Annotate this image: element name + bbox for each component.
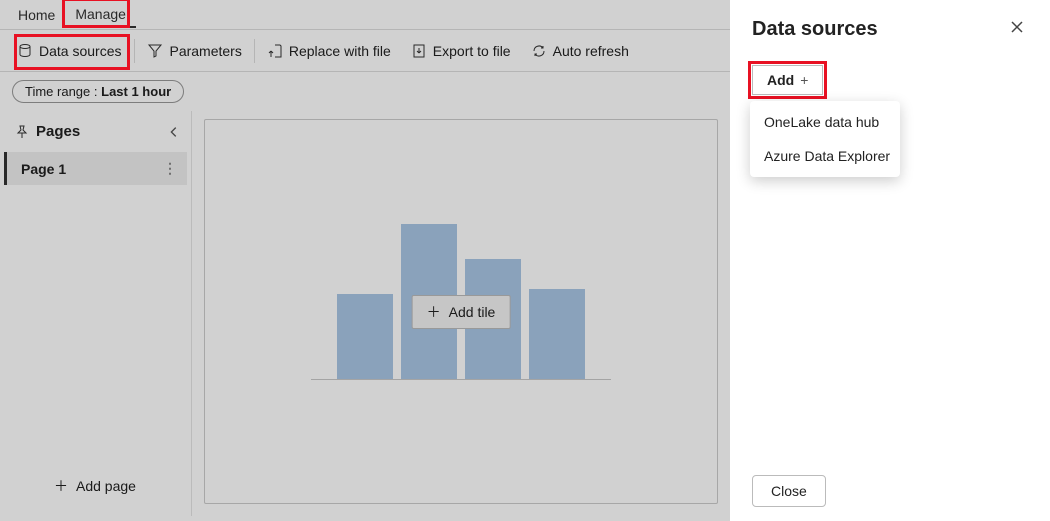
tab-home[interactable]: Home [8,3,65,27]
add-button[interactable]: Add + [752,65,823,95]
plus-icon: + [800,72,808,88]
page-item[interactable]: Page 1 ⋮ [4,152,187,185]
option-azure-data-explorer[interactable]: Azure Data Explorer [750,139,900,173]
chart-baseline [311,379,611,380]
timerange-value: Last 1 hour [101,84,171,99]
download-file-icon [411,43,427,59]
export-to-file-button[interactable]: Export to file [401,39,521,63]
data-sources-panel: Data sources Add + OneLake data hub Azur… [730,0,1050,521]
data-sources-button[interactable]: Data sources [6,38,132,64]
add-page-button[interactable]: ＋ Add page [0,462,191,510]
pages-sidebar: Pages Page 1 ⋮ ＋ Add page [0,111,192,516]
canvas-wrap: ＋ Add tile [192,111,730,516]
main-area: Home Manage Data sources Parameters Repl… [0,0,730,521]
timerange-row: Time range : Last 1 hour [0,72,730,111]
replace-with-file-button[interactable]: Replace with file [257,39,401,63]
close-icon[interactable] [1006,18,1028,36]
add-tile-button[interactable]: ＋ Add tile [412,295,511,329]
pages-header: Pages [0,117,191,150]
filter-icon [147,43,163,59]
upload-file-icon [267,43,283,59]
tab-manage[interactable]: Manage [65,2,136,28]
add-dropdown-wrap: Add + OneLake data hub Azure Data Explor… [752,65,1028,95]
close-button[interactable]: Close [752,475,826,507]
database-icon [17,43,33,59]
refresh-icon [531,43,547,59]
chevron-left-icon[interactable] [167,125,181,139]
parameters-label: Parameters [169,43,241,59]
pin-icon [14,124,30,140]
panel-title: Data sources [752,18,878,41]
add-page-label: Add page [76,478,136,494]
plus-icon: ＋ [54,476,68,496]
auto-refresh-label: Auto refresh [553,43,629,59]
chart-bar [529,289,585,379]
data-sources-label: Data sources [39,43,121,59]
canvas: ＋ Add tile [204,119,718,504]
export-label: Export to file [433,43,511,59]
add-dropdown: OneLake data hub Azure Data Explorer [750,101,900,177]
toolbar-separator [254,39,255,63]
option-onelake-data-hub[interactable]: OneLake data hub [750,105,900,139]
toolbar-separator [134,39,135,63]
more-icon[interactable]: ⋮ [163,160,177,177]
auto-refresh-button[interactable]: Auto refresh [521,39,639,63]
timerange-label: Time range : [25,84,98,99]
parameters-button[interactable]: Parameters [137,39,251,63]
chart-bar [337,294,393,379]
top-tabs: Home Manage [0,0,730,30]
pages-header-label: Pages [36,123,80,140]
add-button-label: Add [767,72,794,88]
add-tile-label: Add tile [449,304,496,320]
toolbar: Data sources Parameters Replace with fil… [0,30,730,72]
content-row: Pages Page 1 ⋮ ＋ Add page [0,111,730,516]
plus-icon: ＋ [427,302,441,322]
replace-label: Replace with file [289,43,391,59]
timerange-pill[interactable]: Time range : Last 1 hour [12,80,184,103]
page-item-label: Page 1 [21,161,66,177]
